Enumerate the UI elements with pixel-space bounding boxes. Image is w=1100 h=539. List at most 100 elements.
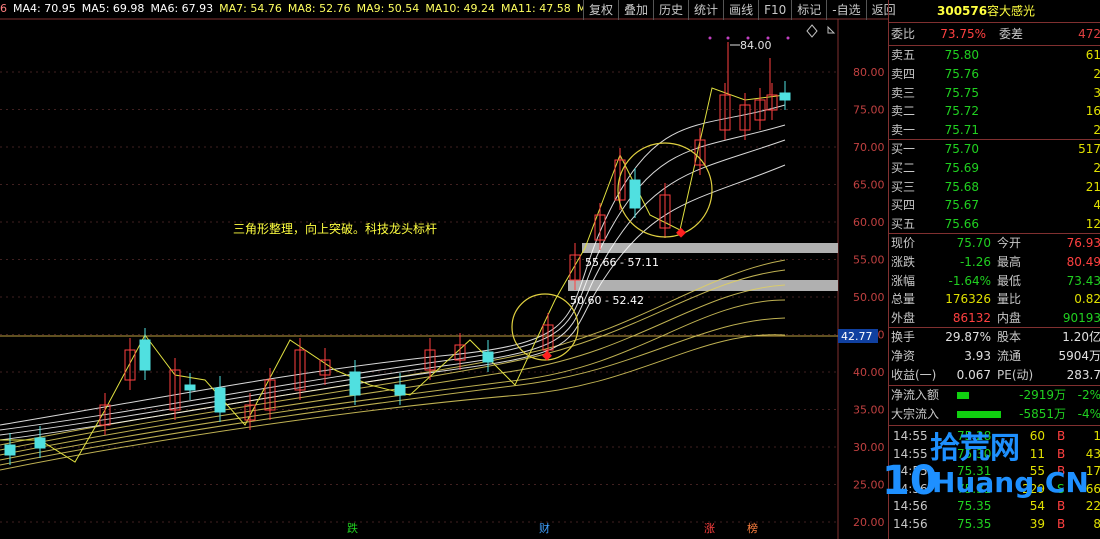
tick-count: 1 xyxy=(1093,429,1100,443)
resistance-zone-2 xyxy=(568,280,838,291)
bid-row[interactable]: 买五 75.66 12 xyxy=(889,215,1100,234)
level-price: 75.80 xyxy=(944,48,979,62)
level-label: 卖五 xyxy=(891,48,916,62)
triangle-icon xyxy=(827,25,836,34)
resistance-zone-1 xyxy=(582,243,838,253)
quote-label: 最低 xyxy=(997,273,1022,288)
stock-name: 容大感光 xyxy=(987,4,1036,18)
ask-row[interactable]: 卖四 75.76 2 xyxy=(889,65,1100,84)
bid-row[interactable]: 买一 75.70 517 xyxy=(889,140,1100,159)
chart-canvas[interactable]: 80.0075.0070.0065.0060.0055.0050.0045.00… xyxy=(0,0,888,539)
watermark: 拾荒网 10 Huang.CN xyxy=(880,428,1090,504)
level-label: 卖三 xyxy=(891,85,916,100)
quote-row: 外盘 86132 内盘 90193 xyxy=(889,309,1100,328)
flow-bar xyxy=(957,392,969,399)
flow-value: -2919万 xyxy=(1019,388,1066,402)
toolbar-button[interactable]: 复权 xyxy=(583,0,618,20)
watermark-bottom: Huang.CN xyxy=(932,466,1089,498)
fundamental-label: PE(动) xyxy=(997,367,1034,382)
toolbar-button[interactable]: F10 xyxy=(758,0,791,20)
level-label: 卖二 xyxy=(891,104,916,119)
toolbar-button[interactable]: 标记 xyxy=(791,0,826,20)
diamond-icon xyxy=(806,24,818,38)
quote-label: 今开 xyxy=(997,236,1022,250)
candle-body xyxy=(4,444,16,456)
moving-average-line xyxy=(0,299,786,461)
quote-value: 86132 xyxy=(952,311,991,326)
marker-dot xyxy=(786,36,790,40)
event-marker: 跌 xyxy=(347,521,358,535)
candle-body xyxy=(349,371,361,396)
moving-average-line xyxy=(0,284,786,456)
level-volume: 2 xyxy=(1093,123,1100,138)
marker-dot xyxy=(708,36,712,40)
flow-row: 净流入额 -2919万 -2% xyxy=(889,386,1100,405)
quote-value: -1.64% xyxy=(948,273,991,288)
event-marker: 榜 xyxy=(747,521,758,535)
weibi-label: 委比 xyxy=(891,27,916,41)
tick-side: B xyxy=(1057,517,1066,531)
ask-row[interactable]: 卖二 75.72 16 xyxy=(889,102,1100,121)
price-axis-label: 60.00 xyxy=(853,216,885,229)
flow-label: 净流入额 xyxy=(891,388,940,402)
high-price-label: 84.00 xyxy=(740,39,772,52)
weicha-label: 委差 xyxy=(999,27,1024,41)
price-axis-label: 50.00 xyxy=(853,291,885,304)
flow-pct: -2% xyxy=(1077,388,1100,402)
quote-label: 涨跌 xyxy=(891,254,916,269)
tick-time: 14:56 xyxy=(893,517,928,531)
toolbar-button[interactable]: -自选 xyxy=(826,0,865,20)
marker-dot xyxy=(766,36,770,40)
toolbar-button[interactable]: 叠加 xyxy=(618,0,653,20)
flow-row: 大宗流入 -5851万 -4% xyxy=(889,405,1100,424)
quote-label: 现价 xyxy=(891,236,916,250)
kline-chart[interactable]: 6 MA4: 70.95 MA5: 69.98 MA6: 67.93 MA7: 54.7… xyxy=(0,0,888,539)
bid-row[interactable]: 买二 75.69 2 xyxy=(889,159,1100,178)
quote-label: 外盘 xyxy=(891,311,916,326)
bid-row[interactable]: 买三 75.68 21 xyxy=(889,178,1100,197)
fundamental-value: 283.7 xyxy=(1066,367,1100,382)
price-axis-label: 65.00 xyxy=(853,179,885,192)
quote-row: 涨幅 -1.64% 最低 73.43 xyxy=(889,272,1100,291)
price-axis-label: 35.00 xyxy=(853,404,885,417)
event-marker: 财 xyxy=(539,521,550,535)
fundamental-value: 3.93 xyxy=(964,348,991,363)
level-volume: 21 xyxy=(1085,179,1100,194)
level-price: 75.76 xyxy=(944,66,979,81)
tick-count: 8 xyxy=(1093,517,1100,531)
level-volume: 16 xyxy=(1085,104,1100,119)
level-price: 75.66 xyxy=(944,217,979,232)
fundamental-label: 收益(一) xyxy=(891,367,937,382)
event-marker: 涨 xyxy=(704,522,715,535)
quote-value: 75.70 xyxy=(956,236,991,250)
level-volume: 4 xyxy=(1093,198,1100,213)
price-axis-label: 70.00 xyxy=(853,141,885,154)
quote-label: 量比 xyxy=(997,292,1022,307)
toolbar-button[interactable]: 统计 xyxy=(688,0,723,20)
level-label: 买四 xyxy=(891,198,916,213)
quote-label: 涨幅 xyxy=(891,273,916,288)
toolbar-button[interactable]: 历史 xyxy=(653,0,688,20)
trend-line xyxy=(0,87,786,463)
toolbar-button[interactable]: 画线 xyxy=(723,0,758,20)
weibi-value: 73.75% xyxy=(940,27,986,41)
tick-volume: 54 xyxy=(1029,499,1045,514)
weibi-row: 委比 73.75% 委差 472 xyxy=(889,25,1100,44)
quote-value: 80.49 xyxy=(1066,254,1100,269)
bid-row[interactable]: 买四 75.67 4 xyxy=(889,196,1100,215)
level-price: 75.69 xyxy=(944,160,979,175)
quote-value: 73.43 xyxy=(1066,273,1100,288)
quote-label: 最高 xyxy=(997,254,1022,269)
quote-row: 总量 176326 量比 0.82 xyxy=(889,290,1100,309)
ask-row[interactable]: 卖一 75.71 2 xyxy=(889,121,1100,140)
price-axis-label: 40.00 xyxy=(853,366,885,379)
level-price: 75.72 xyxy=(944,104,979,119)
level-price: 75.75 xyxy=(944,85,979,100)
moving-average-line xyxy=(0,104,786,426)
price-axis-label: 20.00 xyxy=(853,516,885,529)
flow-value: -5851万 xyxy=(1019,407,1066,421)
candle-body xyxy=(214,387,226,413)
ask-row[interactable]: 卖五 75.80 61 xyxy=(889,46,1100,65)
ask-row[interactable]: 卖三 75.75 3 xyxy=(889,84,1100,103)
quote-label: 内盘 xyxy=(997,311,1022,326)
